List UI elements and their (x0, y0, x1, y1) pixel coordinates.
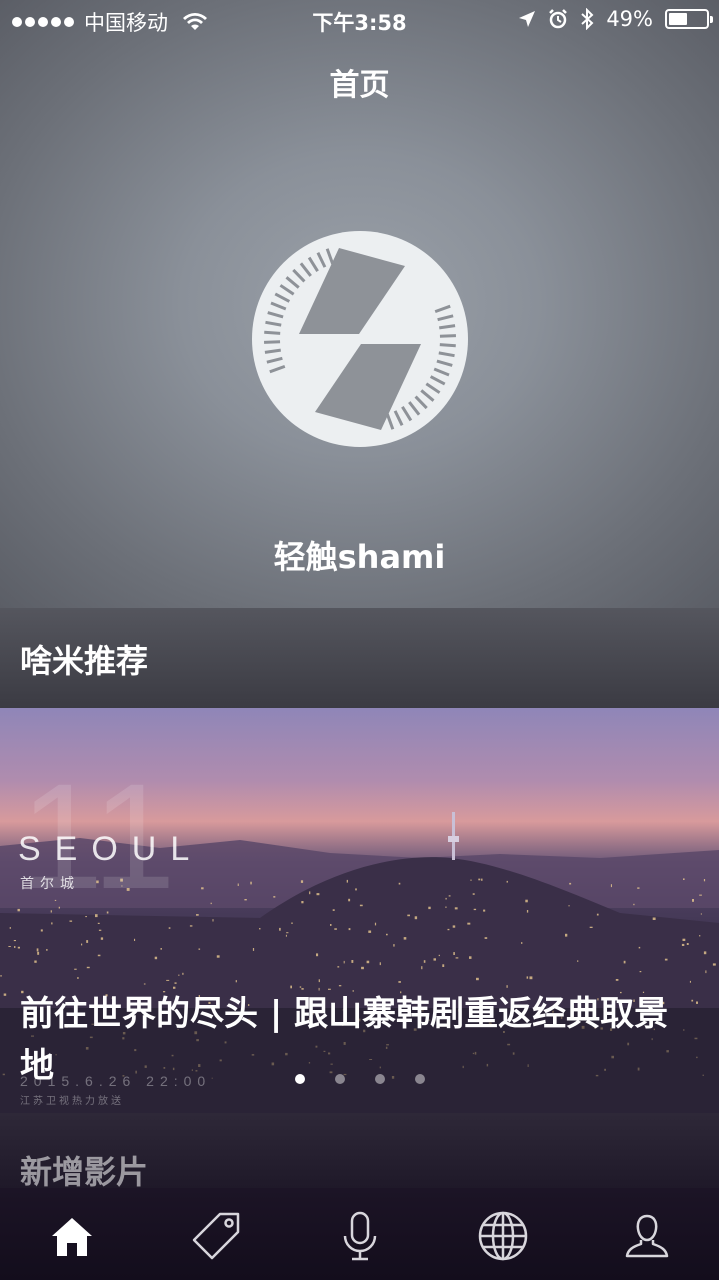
new-films-title: 新增影片 (20, 1153, 149, 1191)
touch-shami-label[interactable]: 轻触shami (0, 532, 719, 578)
new-films-section-header: 新增影片 (0, 1113, 719, 1193)
banner-city-cn: 首尔城 (20, 876, 80, 892)
tab-home[interactable] (42, 1206, 102, 1266)
battery-icon (665, 9, 713, 29)
page-dot[interactable] (374, 1074, 385, 1084)
shami-logo-icon[interactable] (251, 230, 469, 448)
bluetooth-icon (581, 8, 594, 30)
user-icon (625, 1214, 669, 1258)
page-dot[interactable] (294, 1074, 305, 1084)
recommend-title: 啥米推荐 (20, 642, 149, 680)
microphone-icon (343, 1211, 377, 1261)
banner-page-indicator[interactable] (0, 1074, 719, 1084)
page-dot[interactable] (414, 1074, 425, 1084)
globe-icon (478, 1211, 528, 1261)
status-right: 49% (518, 7, 713, 31)
recommend-section-header: 啥米推荐 (0, 608, 719, 708)
tag-icon (192, 1212, 240, 1260)
tab-profile[interactable] (617, 1206, 677, 1266)
tab-bar (0, 1188, 719, 1280)
tab-tags[interactable] (186, 1206, 246, 1266)
home-icon (52, 1218, 92, 1256)
featured-banner[interactable]: 11 SEOUL 首尔城 2015.6.26 22:00 江苏卫视热力放送 前往… (0, 708, 719, 1113)
alarm-icon (549, 9, 568, 29)
banner-broadcaster: 江苏卫视热力放送 (20, 1094, 124, 1107)
battery-level (669, 13, 687, 25)
app-screen: 中国移动 下午3:58 49% 首页 轻触shami 啥米推荐 11 SEOUL… (0, 0, 719, 1280)
banner-city-en: SEOUL (18, 830, 203, 868)
battery-percent: 49% (606, 7, 653, 31)
location-arrow-icon (519, 11, 536, 27)
tab-voice[interactable] (330, 1206, 390, 1266)
page-dot[interactable] (334, 1074, 345, 1084)
tab-explore[interactable] (473, 1206, 533, 1266)
hero-panel: 中国移动 下午3:58 49% 首页 轻触shami (0, 0, 719, 608)
status-bar: 中国移动 下午3:58 49% (0, 0, 719, 40)
page-title: 首页 (329, 68, 390, 103)
